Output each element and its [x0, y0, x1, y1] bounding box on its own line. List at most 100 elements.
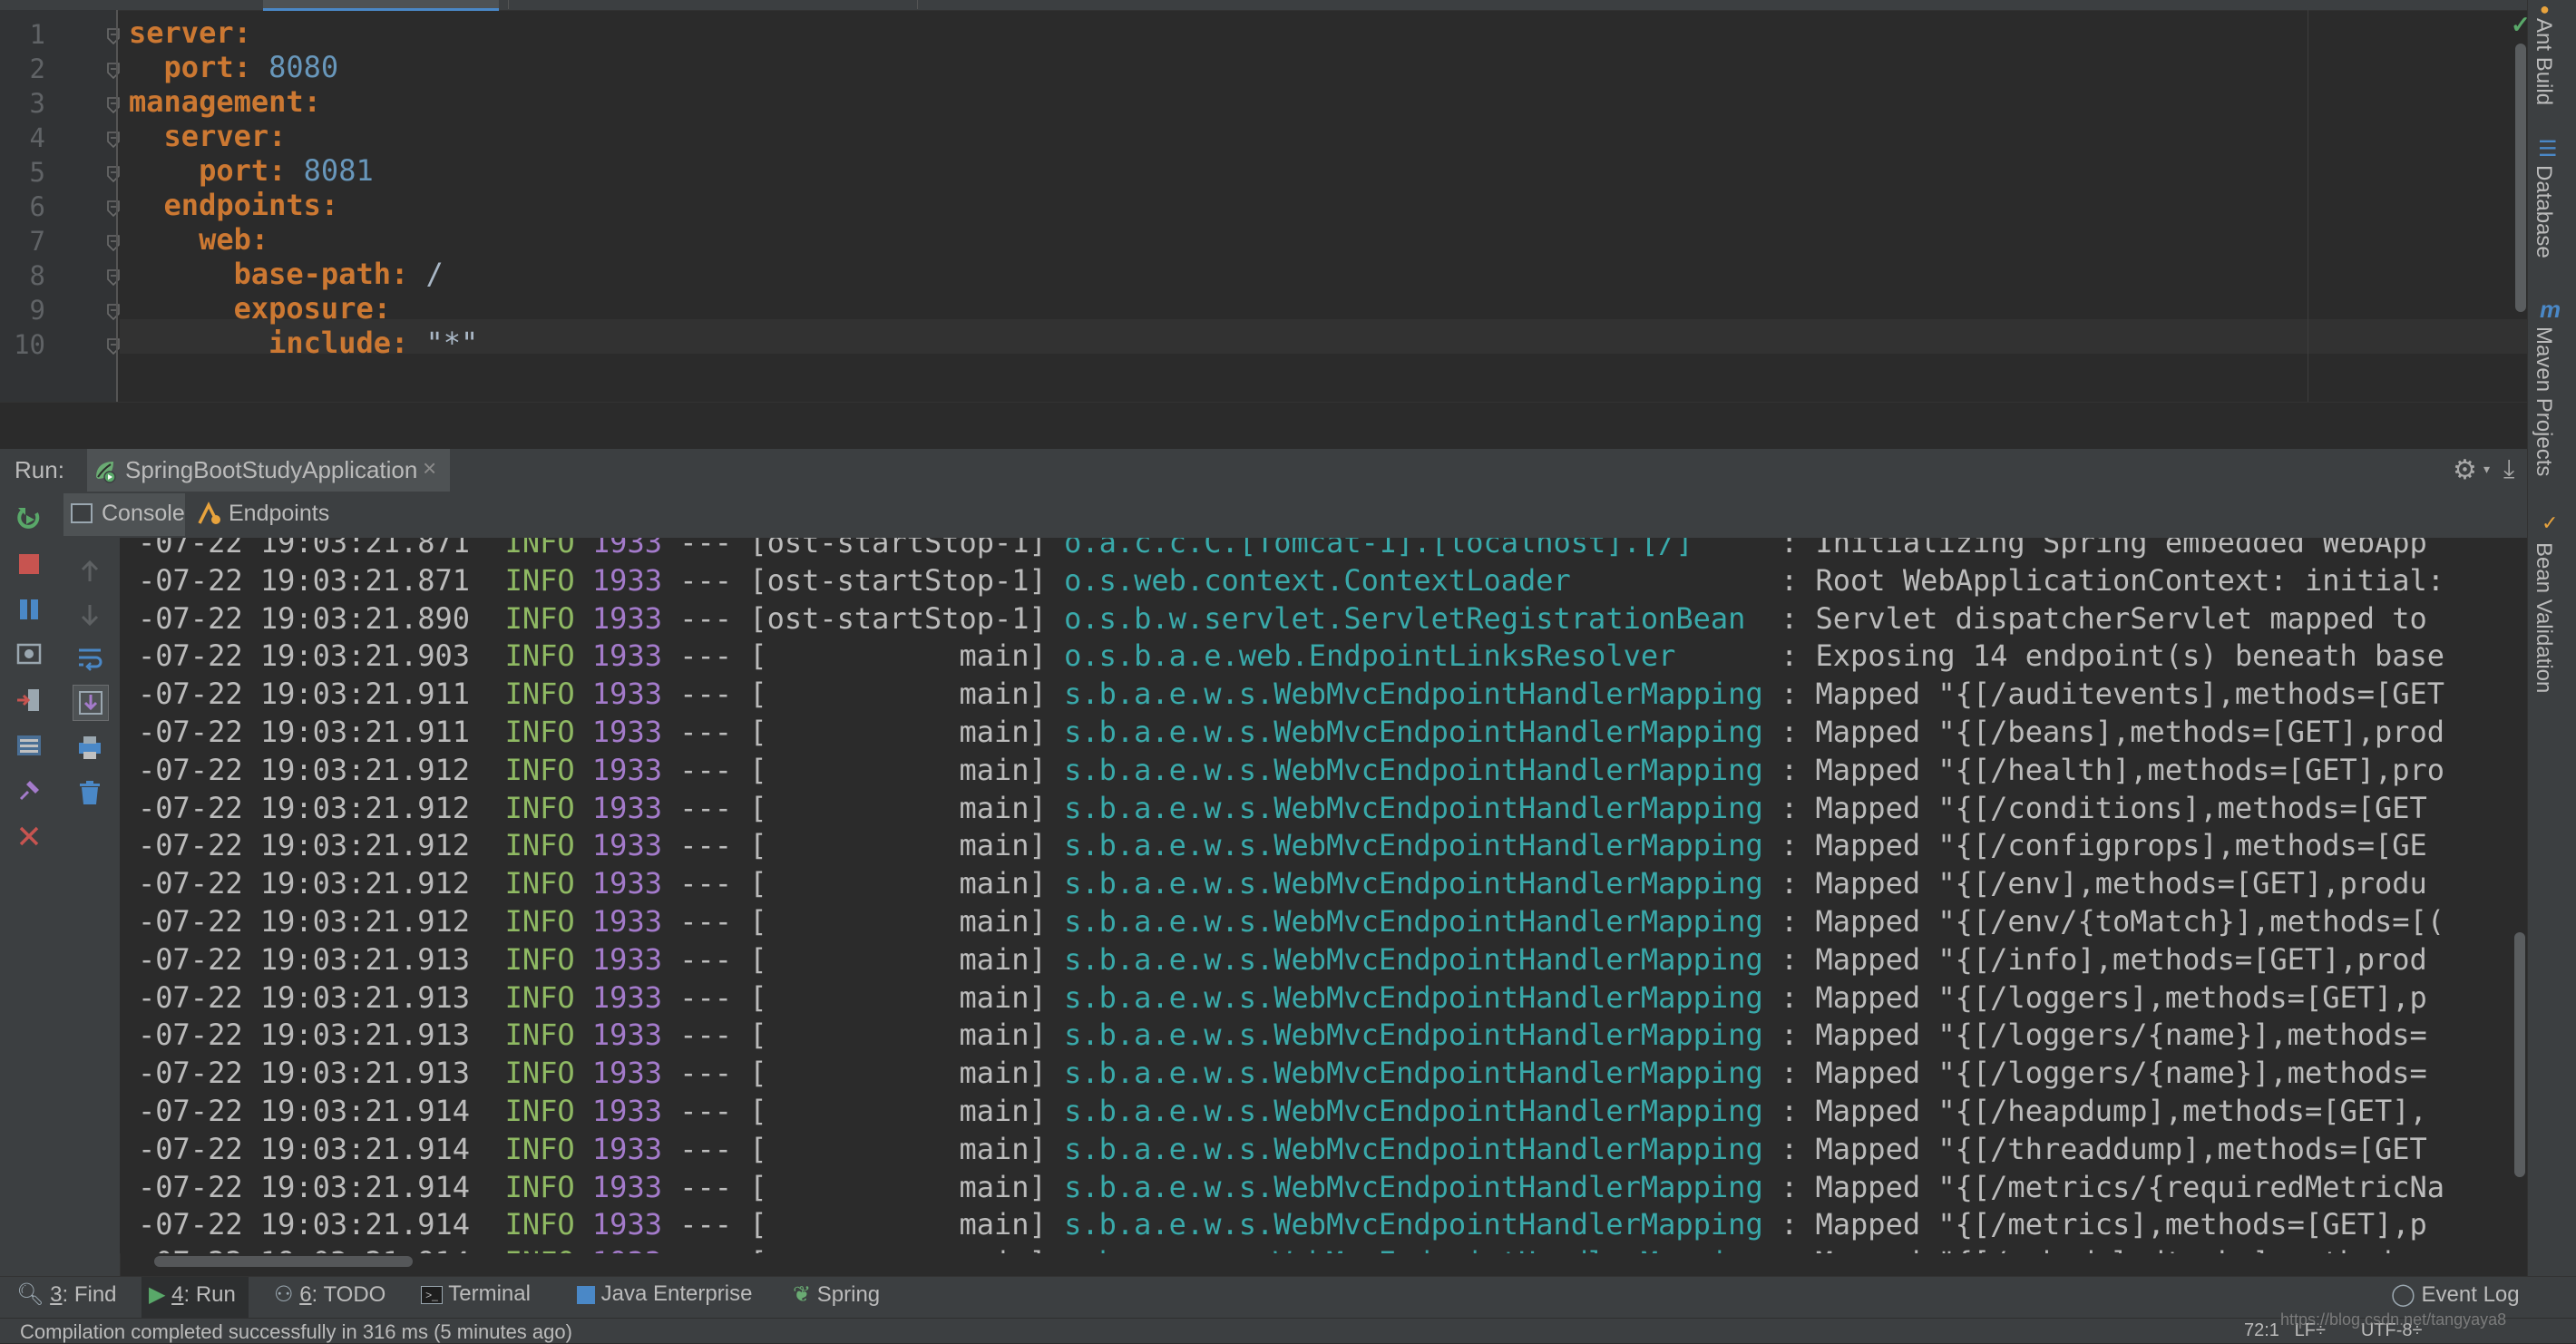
event-log-tool-button[interactable]: ◯ Event Log [2391, 1281, 2520, 1308]
console-output[interactable]: -07-22 19:03:21.871 INFO 1933 --- [ost-s… [120, 538, 2527, 1253]
log-message: : Mapped "{[/beans],methods=[GET],prod [1780, 715, 2445, 749]
close-run-icon[interactable] [13, 820, 45, 852]
log-logger: s.b.a.e.w.s.WebMvcEndpointHandlerMapping [1064, 941, 1763, 977]
log-message: : Exposing 14 endpoint(s) beneath base [1780, 638, 2445, 674]
arrow-down-icon[interactable] [73, 598, 107, 632]
yaml-key: base-path [233, 257, 391, 291]
terminal-icon: >_ [421, 1285, 443, 1304]
todo-tool-button[interactable]: ⚇ 6: TODO [274, 1281, 385, 1308]
fold-marker-icon[interactable] [106, 96, 121, 114]
terminal-tool-button[interactable]: >_ Terminal [421, 1281, 531, 1307]
pause-icon[interactable] [13, 593, 45, 626]
line-number: 9 [29, 295, 45, 326]
fold-marker-icon[interactable] [106, 200, 121, 218]
fold-marker-icon[interactable] [106, 131, 121, 149]
event-log-icon: ◯ [2391, 1282, 2415, 1307]
log-line: -07-22 19:03:21.890 INFO 1933 --- [ost-s… [138, 601, 2427, 636]
exit-icon[interactable] [13, 684, 45, 716]
log-level: INFO [504, 941, 575, 977]
stop-icon[interactable] [13, 548, 45, 580]
todo-icon: ⚇ [274, 1282, 294, 1307]
log-message: : Mapped "{[/metrics],methods=[GET],p [1780, 1207, 2427, 1242]
line-number: 5 [29, 157, 45, 188]
log-pid: 1933 [591, 677, 662, 712]
dump-threads-icon[interactable] [13, 638, 45, 671]
spring-boot-run-icon [91, 457, 118, 484]
fold-marker-icon[interactable] [106, 337, 121, 355]
todo-tool-number: 6 [299, 1282, 312, 1307]
database-icon: ☰ [2538, 137, 2558, 161]
yaml-key: server [163, 119, 269, 153]
scroll-to-end-icon[interactable] [73, 685, 109, 721]
log-line: -07-22 19:03:21.914 INFO 1933 --- [ main… [138, 1245, 2427, 1253]
yaml-colon: : [250, 222, 269, 257]
yaml-colon: : [233, 15, 251, 50]
trash-icon[interactable] [73, 775, 107, 810]
log-line: -07-22 19:03:21.871 INFO 1933 --- [ost-s… [138, 538, 2427, 560]
layout-icon[interactable] [13, 729, 45, 762]
ant-build-tool-button[interactable]: Ant Build [2531, 18, 2556, 105]
maven-projects-tool-button[interactable]: Maven Projects [2531, 326, 2556, 476]
find-tool-label: : Find [62, 1282, 117, 1307]
fold-marker-icon[interactable] [106, 165, 121, 183]
log-message: : Mapped "{[/loggers/{name}],methods= [1780, 1018, 2427, 1053]
tab-endpoints-label[interactable]: Endpoints [229, 501, 329, 527]
log-line: -07-22 19:03:21.913 INFO 1933 --- [ main… [138, 942, 2427, 977]
log-pid: 1933 [591, 1056, 662, 1091]
yaml-colon: : [390, 326, 426, 360]
fold-marker-icon[interactable] [106, 268, 121, 287]
run-tool-button[interactable]: ▶ 4: Run [149, 1281, 236, 1308]
log-thread: [ main] [749, 828, 1047, 863]
log-line: -07-22 19:03:21.913 INFO 1933 --- [ main… [138, 1018, 2427, 1052]
console-toolbar [60, 538, 121, 1276]
java-enterprise-tool-button[interactable]: Java Enterprise [577, 1281, 752, 1307]
console-vertical-scrollbar[interactable] [2514, 932, 2525, 1177]
spring-tool-button[interactable]: ❦ Spring [793, 1281, 880, 1308]
bottom-tool-stripe [0, 1276, 2576, 1319]
log-pid: 1933 [591, 1207, 662, 1242]
log-logger: s.b.a.e.w.s.WebMvcEndpointHandlerMapping [1064, 1094, 1763, 1128]
log-separator: --- [679, 562, 733, 598]
chevron-down-icon[interactable]: ▾ [2483, 462, 2490, 477]
console-horizontal-scrollbar[interactable] [154, 1256, 413, 1267]
fold-marker-icon[interactable] [106, 234, 121, 252]
tab-console-label[interactable]: Console [102, 501, 185, 527]
fold-marker-icon[interactable] [106, 62, 121, 80]
caret-position[interactable]: 72:1 [2244, 1320, 2279, 1340]
log-message: : Mapped "{[/env],methods=[GET],produ [1780, 866, 2427, 901]
yaml-key: server [129, 15, 234, 50]
log-logger: s.b.a.e.w.s.WebMvcEndpointHandlerMapping [1064, 1056, 1763, 1091]
fold-marker-icon[interactable] [106, 27, 121, 45]
log-level: INFO [504, 979, 575, 1015]
log-pid: 1933 [591, 600, 662, 636]
close-icon[interactable]: × [423, 454, 436, 482]
log-timestamp: -07-22 19:03:21.871 [138, 538, 471, 560]
database-tool-button[interactable]: Database [2531, 165, 2556, 258]
yaml-colon: : [320, 188, 339, 222]
log-separator: --- [679, 538, 733, 560]
pin-icon[interactable] [13, 774, 45, 807]
rerun-icon[interactable] [13, 502, 45, 535]
print-icon[interactable] [73, 730, 107, 765]
log-separator: --- [679, 1169, 733, 1204]
fold-marker-icon[interactable] [106, 303, 121, 321]
editor-scrollbar[interactable] [2515, 44, 2526, 312]
log-level: INFO [504, 562, 575, 598]
log-separator: --- [679, 941, 733, 977]
log-separator: --- [679, 866, 733, 901]
editor-tab[interactable] [508, 0, 918, 9]
bean-validation-tool-button[interactable]: Bean Validation [2531, 542, 2556, 693]
soft-wrap-icon[interactable] [73, 641, 107, 676]
line-number: 4 [29, 122, 45, 153]
code-area[interactable]: server: port: 8080 management: server: po… [120, 10, 2529, 402]
find-tool-button[interactable]: 🔍︎ 3: Find [16, 1281, 117, 1308]
hide-panel-icon[interactable]: ⤓ [2503, 454, 2514, 484]
arrow-up-icon[interactable] [73, 554, 107, 589]
log-message: : Mapped "{[/threaddump],methods=[GET [1780, 1131, 2427, 1166]
log-timestamp: -07-22 19:03:21.913 [138, 979, 471, 1015]
status-message[interactable]: Compilation completed successfully in 31… [20, 1320, 572, 1344]
log-level: INFO [504, 752, 575, 787]
gear-icon[interactable]: ⚙ [2453, 454, 2477, 486]
